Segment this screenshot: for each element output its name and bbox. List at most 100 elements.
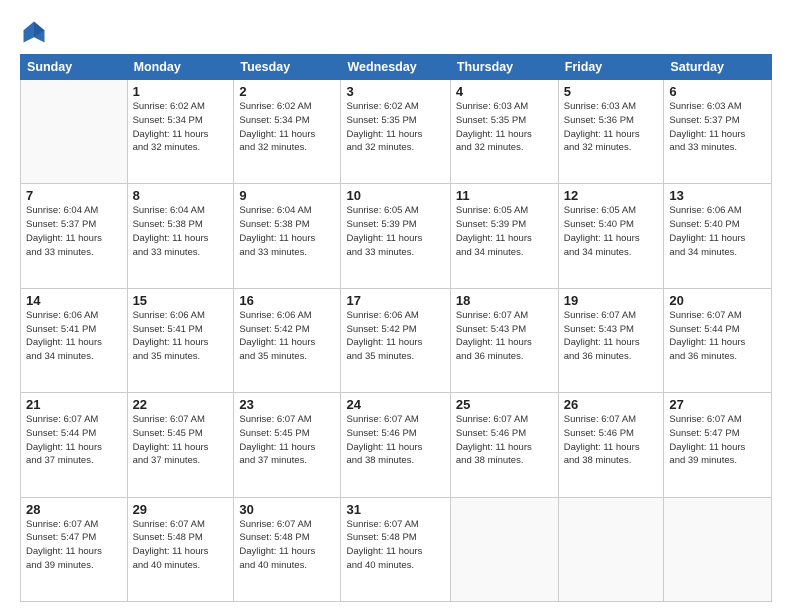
day-number: 5 <box>564 84 659 99</box>
day-info: Sunrise: 6:04 AMSunset: 5:38 PMDaylight:… <box>133 204 229 259</box>
day-info: Sunrise: 6:07 AMSunset: 5:48 PMDaylight:… <box>133 518 229 573</box>
day-info: Sunrise: 6:06 AMSunset: 5:40 PMDaylight:… <box>669 204 766 259</box>
day-info: Sunrise: 6:06 AMSunset: 5:41 PMDaylight:… <box>26 309 122 364</box>
day-number: 6 <box>669 84 766 99</box>
day-cell: 16Sunrise: 6:06 AMSunset: 5:42 PMDayligh… <box>234 288 341 392</box>
header <box>20 18 772 46</box>
day-number: 8 <box>133 188 229 203</box>
day-cell: 3Sunrise: 6:02 AMSunset: 5:35 PMDaylight… <box>341 80 450 184</box>
week-row-4: 21Sunrise: 6:07 AMSunset: 5:44 PMDayligh… <box>21 393 772 497</box>
day-cell: 9Sunrise: 6:04 AMSunset: 5:38 PMDaylight… <box>234 184 341 288</box>
day-cell: 2Sunrise: 6:02 AMSunset: 5:34 PMDaylight… <box>234 80 341 184</box>
day-cell: 7Sunrise: 6:04 AMSunset: 5:37 PMDaylight… <box>21 184 128 288</box>
day-info: Sunrise: 6:06 AMSunset: 5:42 PMDaylight:… <box>239 309 335 364</box>
day-cell: 17Sunrise: 6:06 AMSunset: 5:42 PMDayligh… <box>341 288 450 392</box>
day-number: 11 <box>456 188 553 203</box>
day-cell: 22Sunrise: 6:07 AMSunset: 5:45 PMDayligh… <box>127 393 234 497</box>
day-info: Sunrise: 6:07 AMSunset: 5:43 PMDaylight:… <box>564 309 659 364</box>
day-info: Sunrise: 6:05 AMSunset: 5:40 PMDaylight:… <box>564 204 659 259</box>
day-info: Sunrise: 6:07 AMSunset: 5:45 PMDaylight:… <box>133 413 229 468</box>
day-number: 14 <box>26 293 122 308</box>
day-info: Sunrise: 6:07 AMSunset: 5:48 PMDaylight:… <box>239 518 335 573</box>
day-cell: 19Sunrise: 6:07 AMSunset: 5:43 PMDayligh… <box>558 288 664 392</box>
day-number: 3 <box>346 84 444 99</box>
day-number: 4 <box>456 84 553 99</box>
day-number: 25 <box>456 397 553 412</box>
day-info: Sunrise: 6:07 AMSunset: 5:45 PMDaylight:… <box>239 413 335 468</box>
weekday-thursday: Thursday <box>450 55 558 80</box>
day-cell: 1Sunrise: 6:02 AMSunset: 5:34 PMDaylight… <box>127 80 234 184</box>
day-number: 21 <box>26 397 122 412</box>
day-number: 28 <box>26 502 122 517</box>
day-info: Sunrise: 6:07 AMSunset: 5:48 PMDaylight:… <box>346 518 444 573</box>
day-cell: 6Sunrise: 6:03 AMSunset: 5:37 PMDaylight… <box>664 80 772 184</box>
day-number: 16 <box>239 293 335 308</box>
day-cell <box>450 497 558 601</box>
day-number: 10 <box>346 188 444 203</box>
day-info: Sunrise: 6:07 AMSunset: 5:46 PMDaylight:… <box>456 413 553 468</box>
day-number: 13 <box>669 188 766 203</box>
day-cell: 20Sunrise: 6:07 AMSunset: 5:44 PMDayligh… <box>664 288 772 392</box>
weekday-friday: Friday <box>558 55 664 80</box>
day-number: 31 <box>346 502 444 517</box>
day-cell: 5Sunrise: 6:03 AMSunset: 5:36 PMDaylight… <box>558 80 664 184</box>
day-cell: 29Sunrise: 6:07 AMSunset: 5:48 PMDayligh… <box>127 497 234 601</box>
day-info: Sunrise: 6:07 AMSunset: 5:47 PMDaylight:… <box>669 413 766 468</box>
day-cell: 12Sunrise: 6:05 AMSunset: 5:40 PMDayligh… <box>558 184 664 288</box>
day-number: 18 <box>456 293 553 308</box>
day-info: Sunrise: 6:02 AMSunset: 5:35 PMDaylight:… <box>346 100 444 155</box>
weekday-wednesday: Wednesday <box>341 55 450 80</box>
day-cell: 14Sunrise: 6:06 AMSunset: 5:41 PMDayligh… <box>21 288 128 392</box>
day-cell: 31Sunrise: 6:07 AMSunset: 5:48 PMDayligh… <box>341 497 450 601</box>
day-number: 12 <box>564 188 659 203</box>
week-row-3: 14Sunrise: 6:06 AMSunset: 5:41 PMDayligh… <box>21 288 772 392</box>
day-number: 2 <box>239 84 335 99</box>
day-number: 15 <box>133 293 229 308</box>
logo <box>20 18 52 46</box>
day-cell: 18Sunrise: 6:07 AMSunset: 5:43 PMDayligh… <box>450 288 558 392</box>
day-info: Sunrise: 6:07 AMSunset: 5:47 PMDaylight:… <box>26 518 122 573</box>
day-number: 1 <box>133 84 229 99</box>
day-number: 9 <box>239 188 335 203</box>
day-number: 27 <box>669 397 766 412</box>
weekday-sunday: Sunday <box>21 55 128 80</box>
day-number: 22 <box>133 397 229 412</box>
day-info: Sunrise: 6:06 AMSunset: 5:42 PMDaylight:… <box>346 309 444 364</box>
page: SundayMondayTuesdayWednesdayThursdayFrid… <box>0 0 792 612</box>
day-info: Sunrise: 6:05 AMSunset: 5:39 PMDaylight:… <box>456 204 553 259</box>
day-number: 17 <box>346 293 444 308</box>
day-info: Sunrise: 6:04 AMSunset: 5:37 PMDaylight:… <box>26 204 122 259</box>
day-cell: 24Sunrise: 6:07 AMSunset: 5:46 PMDayligh… <box>341 393 450 497</box>
weekday-tuesday: Tuesday <box>234 55 341 80</box>
day-info: Sunrise: 6:07 AMSunset: 5:44 PMDaylight:… <box>26 413 122 468</box>
weekday-saturday: Saturday <box>664 55 772 80</box>
day-cell: 30Sunrise: 6:07 AMSunset: 5:48 PMDayligh… <box>234 497 341 601</box>
weekday-monday: Monday <box>127 55 234 80</box>
calendar-table: SundayMondayTuesdayWednesdayThursdayFrid… <box>20 54 772 602</box>
day-info: Sunrise: 6:06 AMSunset: 5:41 PMDaylight:… <box>133 309 229 364</box>
day-info: Sunrise: 6:04 AMSunset: 5:38 PMDaylight:… <box>239 204 335 259</box>
day-info: Sunrise: 6:07 AMSunset: 5:46 PMDaylight:… <box>346 413 444 468</box>
day-number: 24 <box>346 397 444 412</box>
day-cell: 27Sunrise: 6:07 AMSunset: 5:47 PMDayligh… <box>664 393 772 497</box>
day-cell: 11Sunrise: 6:05 AMSunset: 5:39 PMDayligh… <box>450 184 558 288</box>
day-number: 20 <box>669 293 766 308</box>
day-cell: 10Sunrise: 6:05 AMSunset: 5:39 PMDayligh… <box>341 184 450 288</box>
day-number: 29 <box>133 502 229 517</box>
day-info: Sunrise: 6:05 AMSunset: 5:39 PMDaylight:… <box>346 204 444 259</box>
day-number: 23 <box>239 397 335 412</box>
logo-icon <box>20 18 48 46</box>
day-number: 30 <box>239 502 335 517</box>
day-cell: 13Sunrise: 6:06 AMSunset: 5:40 PMDayligh… <box>664 184 772 288</box>
week-row-2: 7Sunrise: 6:04 AMSunset: 5:37 PMDaylight… <box>21 184 772 288</box>
day-info: Sunrise: 6:07 AMSunset: 5:44 PMDaylight:… <box>669 309 766 364</box>
day-cell: 28Sunrise: 6:07 AMSunset: 5:47 PMDayligh… <box>21 497 128 601</box>
day-cell: 25Sunrise: 6:07 AMSunset: 5:46 PMDayligh… <box>450 393 558 497</box>
day-cell: 23Sunrise: 6:07 AMSunset: 5:45 PMDayligh… <box>234 393 341 497</box>
day-info: Sunrise: 6:07 AMSunset: 5:46 PMDaylight:… <box>564 413 659 468</box>
weekday-header-row: SundayMondayTuesdayWednesdayThursdayFrid… <box>21 55 772 80</box>
day-cell: 21Sunrise: 6:07 AMSunset: 5:44 PMDayligh… <box>21 393 128 497</box>
day-info: Sunrise: 6:03 AMSunset: 5:37 PMDaylight:… <box>669 100 766 155</box>
day-number: 19 <box>564 293 659 308</box>
day-cell <box>21 80 128 184</box>
